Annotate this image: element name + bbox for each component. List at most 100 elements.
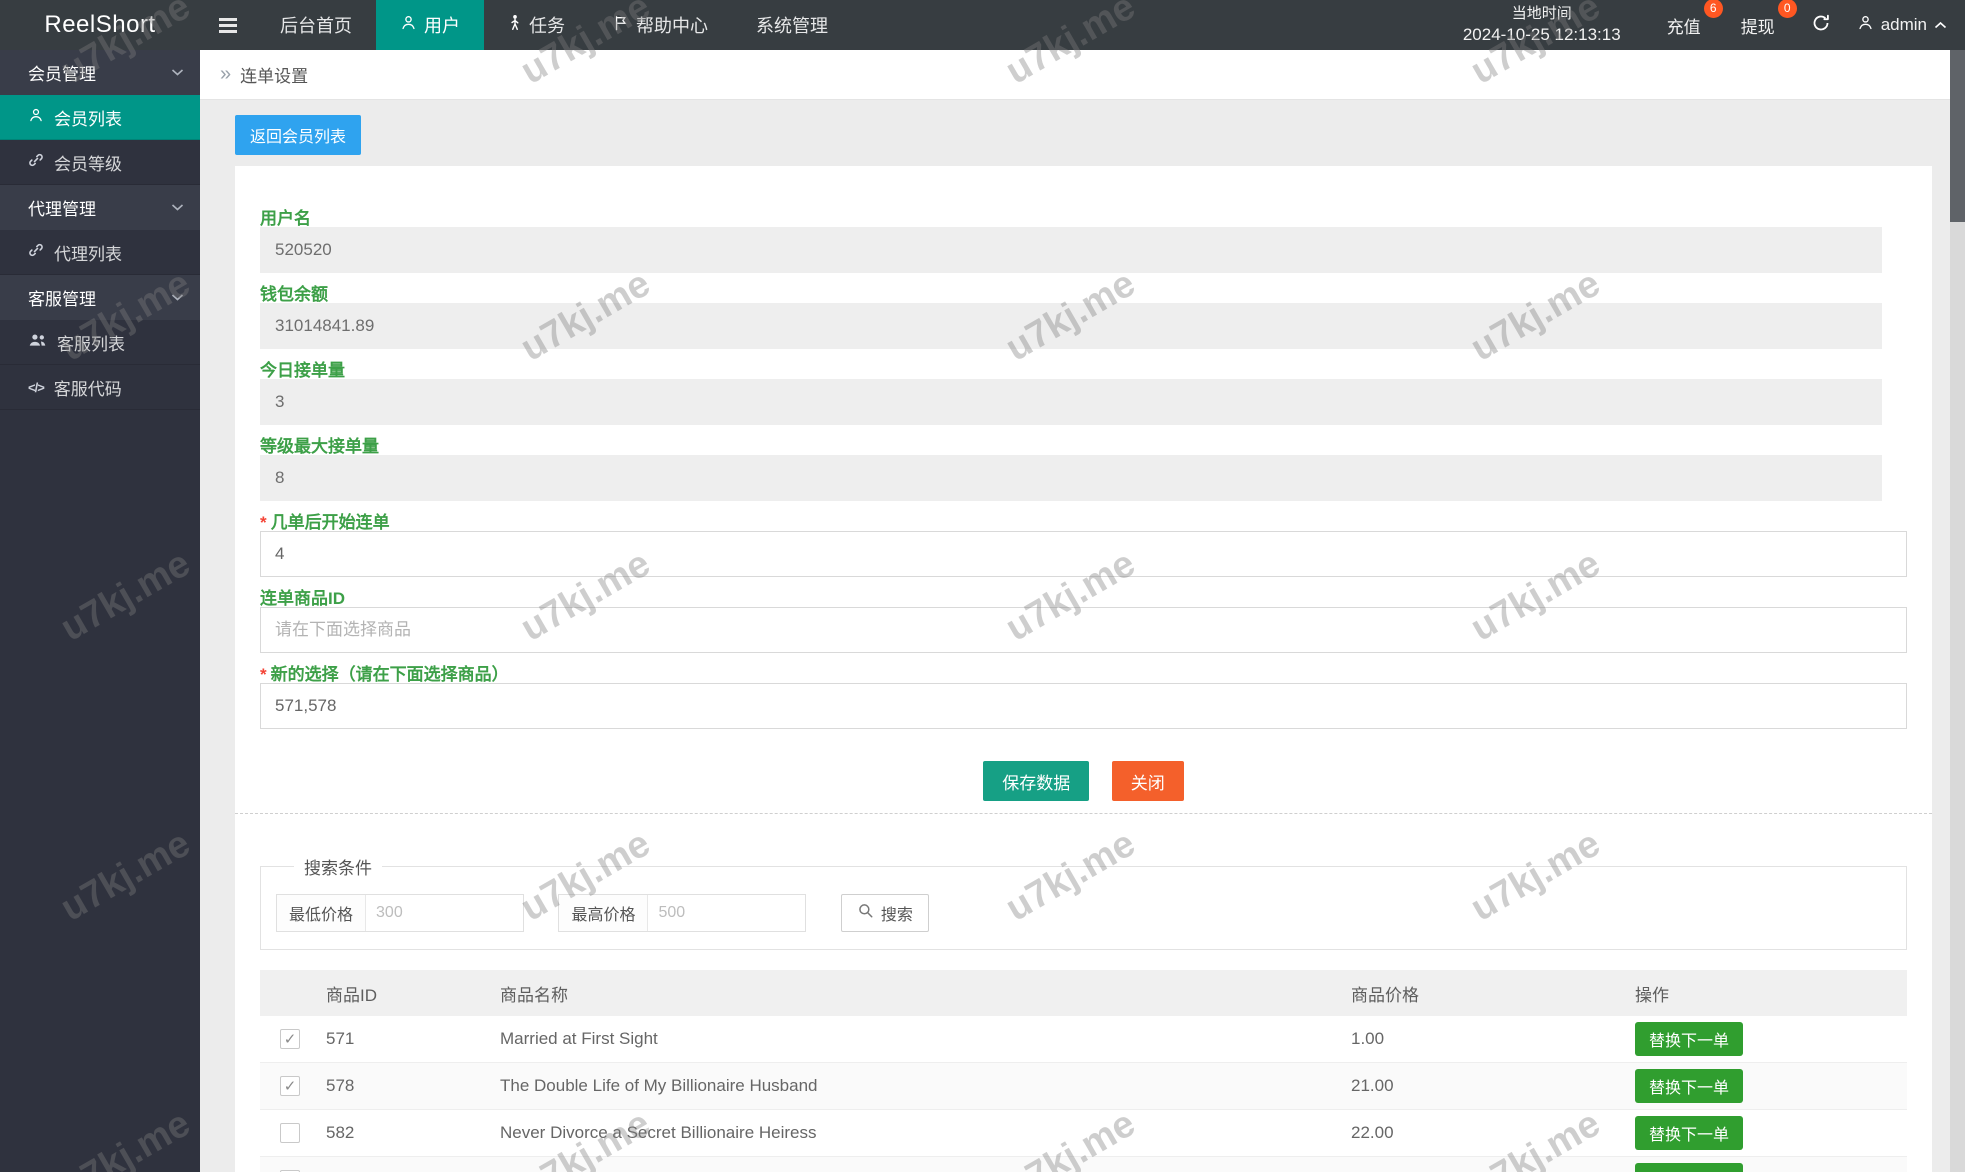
navbar-right: 当地时间 2024-10-25 12:13:13 充值 6 提现 0 admin [1463, 0, 1965, 50]
replace-next-order-button[interactable]: 替换下一单 [1635, 1116, 1744, 1150]
user-icon [400, 14, 417, 36]
sidebar-group-member-mgmt[interactable]: 会员管理 [0, 50, 200, 95]
product-id: 582 [326, 1123, 355, 1142]
recharge-badge: 6 [1703, 0, 1723, 18]
product-table: 商品ID 商品名称 商品价格 操作 ✓ 571 Married at First… [260, 970, 1907, 1172]
product-price: 22.00 [1351, 1123, 1394, 1142]
save-data-button[interactable]: 保存数据 [983, 761, 1090, 801]
nav-item-tasks[interactable]: 任务 [484, 0, 589, 50]
field-label-new-selection: 新的选择（请在下面选择商品） [270, 665, 509, 684]
link-icon [28, 242, 44, 263]
replace-next-order-button[interactable]: 替换下一单 [1635, 1022, 1744, 1056]
table-row: 582 Never Divorce a Secret Billionaire H… [260, 1110, 1907, 1157]
sidebar-group-agent-mgmt[interactable]: 代理管理 [0, 185, 200, 230]
new-selection-input[interactable] [260, 683, 1907, 729]
code-icon: </> [28, 379, 45, 395]
top-navbar: ReelShort 后台首页 用户 任务 帮助中心 系统管理 当地时间 2024… [0, 0, 1965, 50]
person-icon [28, 107, 44, 128]
local-time-value: 2024-10-25 12:13:13 [1462, 24, 1621, 44]
sidebar-group-service-mgmt[interactable]: 客服管理 [0, 275, 200, 320]
withdraw-link[interactable]: 提现 0 [1729, 0, 1797, 38]
header-action: 操作 [1635, 985, 1669, 1005]
replace-next-order-button[interactable]: 替换下一单 [1635, 1163, 1744, 1172]
local-time-label: 当地时间 [1511, 5, 1572, 22]
app-window: ReelShort 后台首页 用户 任务 帮助中心 系统管理 当地时间 2024… [0, 0, 1965, 1172]
page-title: 连单设置 [240, 67, 309, 86]
sidebar-item-agent-list[interactable]: 代理列表 [0, 230, 200, 275]
min-price-group: 最低价格 [276, 894, 524, 932]
product-id: 571 [326, 1029, 355, 1048]
chain-product-id-input[interactable] [260, 607, 1907, 653]
admin-user-icon [1857, 14, 1874, 36]
scrollbar-thumb[interactable] [1950, 50, 1965, 222]
product-name: Married at First Sight [500, 1029, 658, 1048]
level-max-orders-input [260, 455, 1882, 501]
orders-before-chain-input[interactable] [260, 531, 1907, 577]
field-label-wallet-balance: 钱包余额 [260, 285, 328, 304]
caret-up-icon [1934, 15, 1947, 35]
search-button[interactable]: 搜索 [840, 894, 929, 932]
search-panel: 搜索条件 最低价格 最高价格 搜索 [260, 854, 1907, 950]
table-row: ✓ 578 The Double Life of My Billionaire … [260, 1063, 1907, 1110]
field-chain-product-id: 连单商品ID [260, 590, 1907, 653]
sidebar-item-member-list[interactable]: 会员列表 [0, 95, 200, 140]
sidebar-item-service-list[interactable]: 客服列表 [0, 320, 200, 365]
refresh-icon [1811, 13, 1831, 38]
field-wallet-balance: 钱包余额 [260, 286, 1907, 349]
wallet-balance-input [260, 303, 1882, 349]
refresh-button[interactable] [1811, 13, 1831, 38]
admin-menu[interactable]: admin [1857, 14, 1947, 36]
withdraw-badge: 0 [1777, 0, 1797, 18]
search-icon [857, 902, 874, 924]
people-icon [28, 332, 47, 352]
min-price-input[interactable] [366, 895, 523, 931]
required-asterisk: * [260, 513, 267, 532]
search-legend: 搜索条件 [304, 859, 372, 878]
username-input [260, 227, 1882, 273]
chevron-down-icon [171, 204, 184, 211]
local-time: 当地时间 2024-10-25 12:13:13 [1463, 5, 1621, 45]
table-header-row: 商品ID 商品名称 商品价格 操作 [260, 970, 1907, 1016]
form-card: 用户名 钱包余额 今日接单量 等级最大接单量 *几单后开始连单 [235, 166, 1932, 1172]
field-label-username: 用户名 [260, 209, 311, 228]
sidebar-item-service-code[interactable]: </> 客服代码 [0, 365, 200, 410]
nav-item-users[interactable]: 用户 [376, 0, 484, 50]
recharge-link[interactable]: 充值 6 [1655, 0, 1723, 38]
field-label-level-max-orders: 等级最大接单量 [260, 437, 379, 456]
header-product-price: 商品价格 [1351, 985, 1419, 1005]
flag-icon [613, 15, 629, 36]
header-product-name: 商品名称 [500, 985, 568, 1005]
product-price: 1.00 [1351, 1029, 1385, 1048]
breadcrumb-separator-icon: » [220, 63, 232, 85]
today-orders-input [260, 379, 1882, 425]
product-id: 578 [326, 1076, 355, 1095]
row-checkbox[interactable]: ✓ [280, 1029, 300, 1049]
field-label-chain-product-id: 连单商品ID [260, 589, 345, 608]
replace-next-order-button[interactable]: 替换下一单 [1635, 1069, 1744, 1103]
field-today-orders: 今日接单量 [260, 362, 1907, 425]
field-level-max-orders: 等级最大接单量 [260, 438, 1907, 501]
product-name: Never Divorce a Secret Billionaire Heire… [500, 1123, 817, 1142]
close-button[interactable]: 关闭 [1111, 761, 1184, 801]
sidebar-item-member-level[interactable]: 会员等级 [0, 140, 200, 185]
product-name: The Double Life of My Billionaire Husban… [500, 1076, 818, 1095]
nav-item-system[interactable]: 系统管理 [732, 0, 852, 50]
table-row: 580 The CEO's Contract Wife 23.00 替换下一单 [260, 1157, 1907, 1172]
nav-item-help-center[interactable]: 帮助中心 [589, 0, 732, 50]
walking-person-icon [508, 14, 522, 37]
chevron-down-icon [171, 69, 184, 76]
vertical-scrollbar [1950, 50, 1965, 1172]
max-price-input[interactable] [648, 895, 806, 931]
main-content: » 连单设置 返回会员列表 用户名 钱包余额 今日接单量 [200, 50, 1950, 1172]
required-asterisk: * [260, 665, 267, 684]
nav-item-dashboard[interactable]: 后台首页 [256, 0, 376, 50]
menu-toggle-button[interactable] [200, 0, 256, 50]
product-price: 21.00 [1351, 1076, 1394, 1095]
max-price-group: 最高价格 [558, 894, 807, 932]
row-checkbox[interactable]: ✓ [280, 1076, 300, 1096]
back-to-member-list-button[interactable]: 返回会员列表 [235, 115, 362, 155]
field-username: 用户名 [260, 210, 1907, 273]
dashed-divider [235, 813, 1932, 814]
brand-logo: ReelShort [44, 11, 156, 38]
row-checkbox[interactable] [280, 1123, 300, 1143]
